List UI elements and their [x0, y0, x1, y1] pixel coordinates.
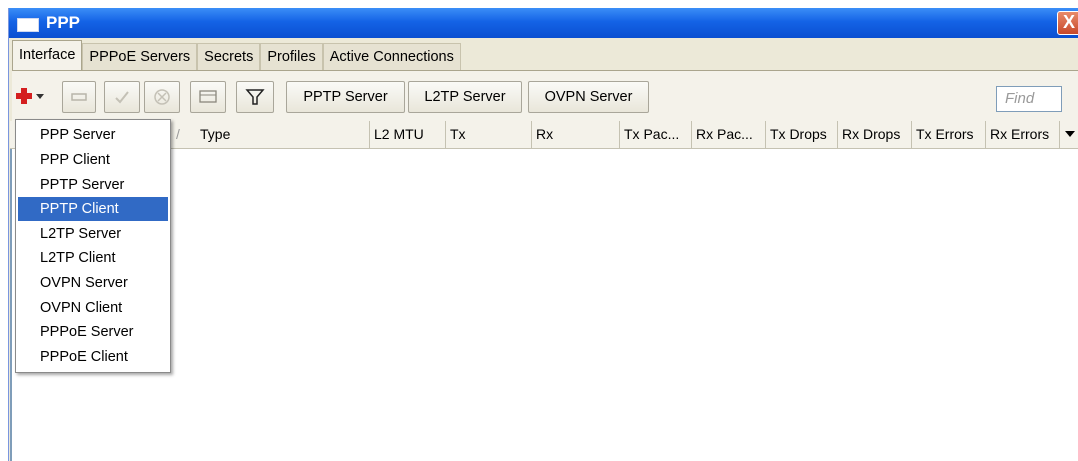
- chevron-down-icon: [1065, 131, 1075, 137]
- column-header-rx-errors[interactable]: Rx Errors: [986, 121, 1060, 148]
- column-header-tx[interactable]: Tx: [446, 121, 532, 148]
- menu-item-ppp-client[interactable]: PPP Client: [16, 148, 166, 172]
- close-button[interactable]: X: [1057, 11, 1078, 35]
- add-dropdown-menu: PPP Server PPP Client PPTP Server PPTP C…: [15, 119, 171, 373]
- tab-active-connections[interactable]: Active Connections: [322, 43, 461, 71]
- menu-item-ppp-server[interactable]: PPP Server: [16, 123, 166, 147]
- menu-item-ovpn-client[interactable]: OVPN Client: [16, 296, 166, 320]
- ovpn-server-button[interactable]: OVPN Server: [528, 81, 649, 113]
- check-icon: [115, 91, 129, 104]
- column-header-sort[interactable]: /: [172, 121, 196, 148]
- menu-item-pppoe-server[interactable]: PPPoE Server: [16, 320, 166, 344]
- column-header-tx-errors[interactable]: Tx Errors: [912, 121, 986, 148]
- add-button[interactable]: [13, 81, 53, 113]
- comment-icon: [199, 90, 217, 103]
- column-header-l2-mtu[interactable]: L2 MTU: [370, 121, 446, 148]
- column-chooser-button[interactable]: [1060, 121, 1078, 148]
- window-title: PPP: [46, 13, 81, 32]
- x-icon: [154, 89, 170, 105]
- disable-button[interactable]: [144, 81, 180, 113]
- title-bar[interactable]: PPP X: [9, 8, 1078, 38]
- column-header-rx[interactable]: Rx: [532, 121, 620, 148]
- column-header-tx-packets[interactable]: Tx Pac...: [620, 121, 692, 148]
- tab-pppoe-servers[interactable]: PPPoE Servers: [82, 43, 198, 71]
- tab-interface[interactable]: Interface: [12, 40, 83, 71]
- remove-button[interactable]: [62, 81, 96, 113]
- window-icon: [17, 18, 39, 32]
- funnel-icon: [245, 89, 265, 105]
- column-header-tx-drops[interactable]: Tx Drops: [766, 121, 838, 148]
- column-header-type[interactable]: Type: [196, 121, 370, 148]
- menu-item-l2tp-client[interactable]: L2TP Client: [16, 246, 166, 270]
- column-header-rx-packets[interactable]: Rx Pac...: [692, 121, 766, 148]
- enable-button[interactable]: [104, 81, 140, 113]
- menu-item-pptp-client[interactable]: PPTP Client: [18, 197, 168, 221]
- minus-icon: [71, 93, 87, 101]
- plus-icon: [16, 88, 44, 104]
- l2tp-server-button[interactable]: L2TP Server: [408, 81, 522, 113]
- tab-bar: Interface PPPoE Servers Secrets Profiles…: [12, 40, 461, 71]
- filter-button[interactable]: [236, 81, 274, 113]
- find-input[interactable]: Find: [996, 86, 1062, 112]
- comment-button[interactable]: [190, 81, 226, 113]
- tab-profiles[interactable]: Profiles: [260, 43, 323, 71]
- close-icon: X: [1062, 12, 1075, 32]
- pptp-server-button[interactable]: PPTP Server: [286, 81, 405, 113]
- menu-item-ovpn-server[interactable]: OVPN Server: [16, 271, 166, 295]
- sort-indicator: /: [176, 126, 180, 142]
- tab-secrets[interactable]: Secrets: [197, 43, 261, 71]
- column-header-rx-drops[interactable]: Rx Drops: [838, 121, 912, 148]
- menu-item-l2tp-server[interactable]: L2TP Server: [16, 222, 166, 246]
- menu-item-pptp-server[interactable]: PPTP Server: [16, 173, 166, 197]
- menu-item-pppoe-client[interactable]: PPPoE Client: [16, 345, 166, 369]
